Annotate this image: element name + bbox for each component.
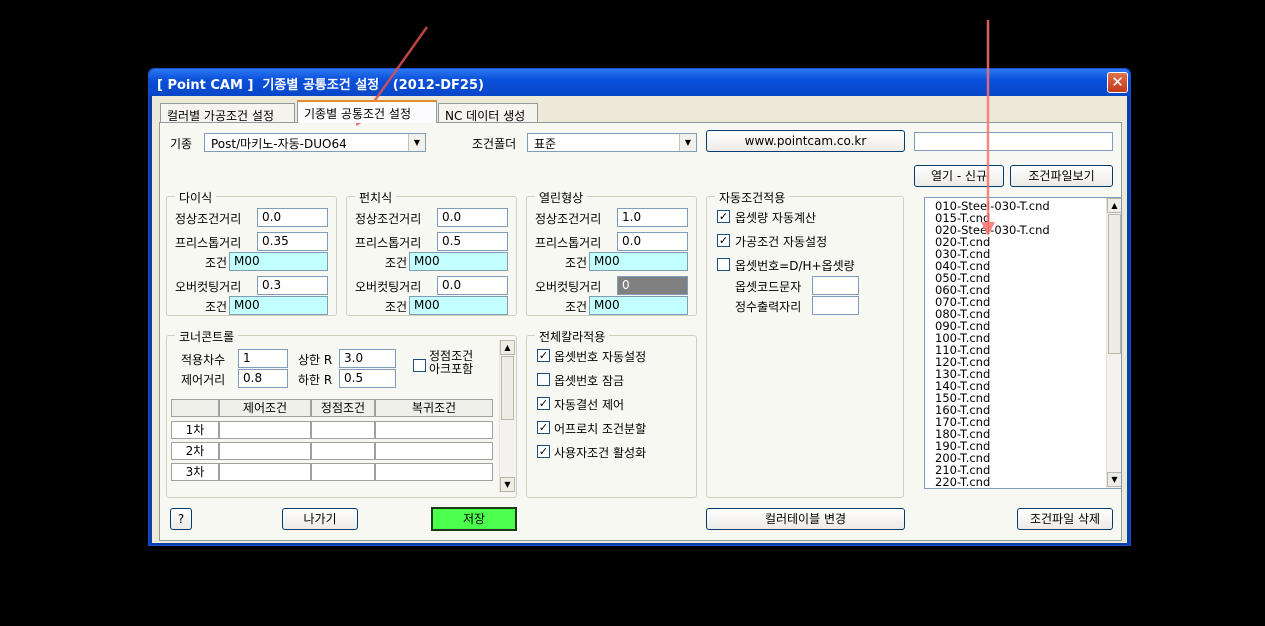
tab-machine-common[interactable]: 기종별 공통조건 설정	[297, 100, 437, 123]
annotation-arrows	[356, 20, 995, 236]
annotation-arrow-right-head	[981, 222, 995, 236]
